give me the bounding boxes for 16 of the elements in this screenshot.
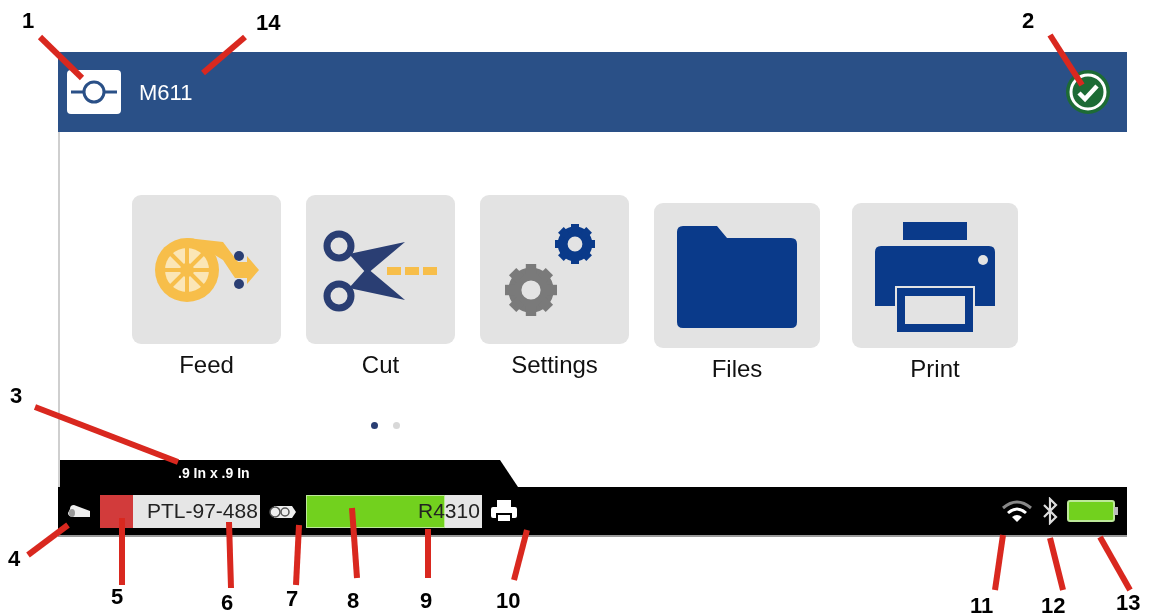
callout-number: 11 bbox=[970, 595, 994, 615]
callout-number: 12 bbox=[1041, 595, 1066, 615]
callout-number: 1 bbox=[22, 10, 35, 32]
callout-number: 10 bbox=[496, 590, 521, 612]
callout-number: 9 bbox=[420, 590, 433, 612]
callout-number: 6 bbox=[221, 592, 234, 614]
callout-number: 8 bbox=[347, 590, 360, 612]
callout-number: 2 bbox=[1022, 10, 1035, 32]
callout-number: 13 bbox=[1116, 592, 1141, 614]
label-media-field: PTL-97-488 bbox=[100, 494, 260, 528]
window-title: M611 bbox=[139, 78, 193, 107]
callout-number: 5 bbox=[111, 586, 124, 608]
callout-number: 4 bbox=[8, 548, 21, 570]
callout-number: 14 bbox=[256, 12, 281, 34]
callout-number: 3 bbox=[10, 385, 23, 407]
callout-number: 7 bbox=[286, 588, 299, 610]
